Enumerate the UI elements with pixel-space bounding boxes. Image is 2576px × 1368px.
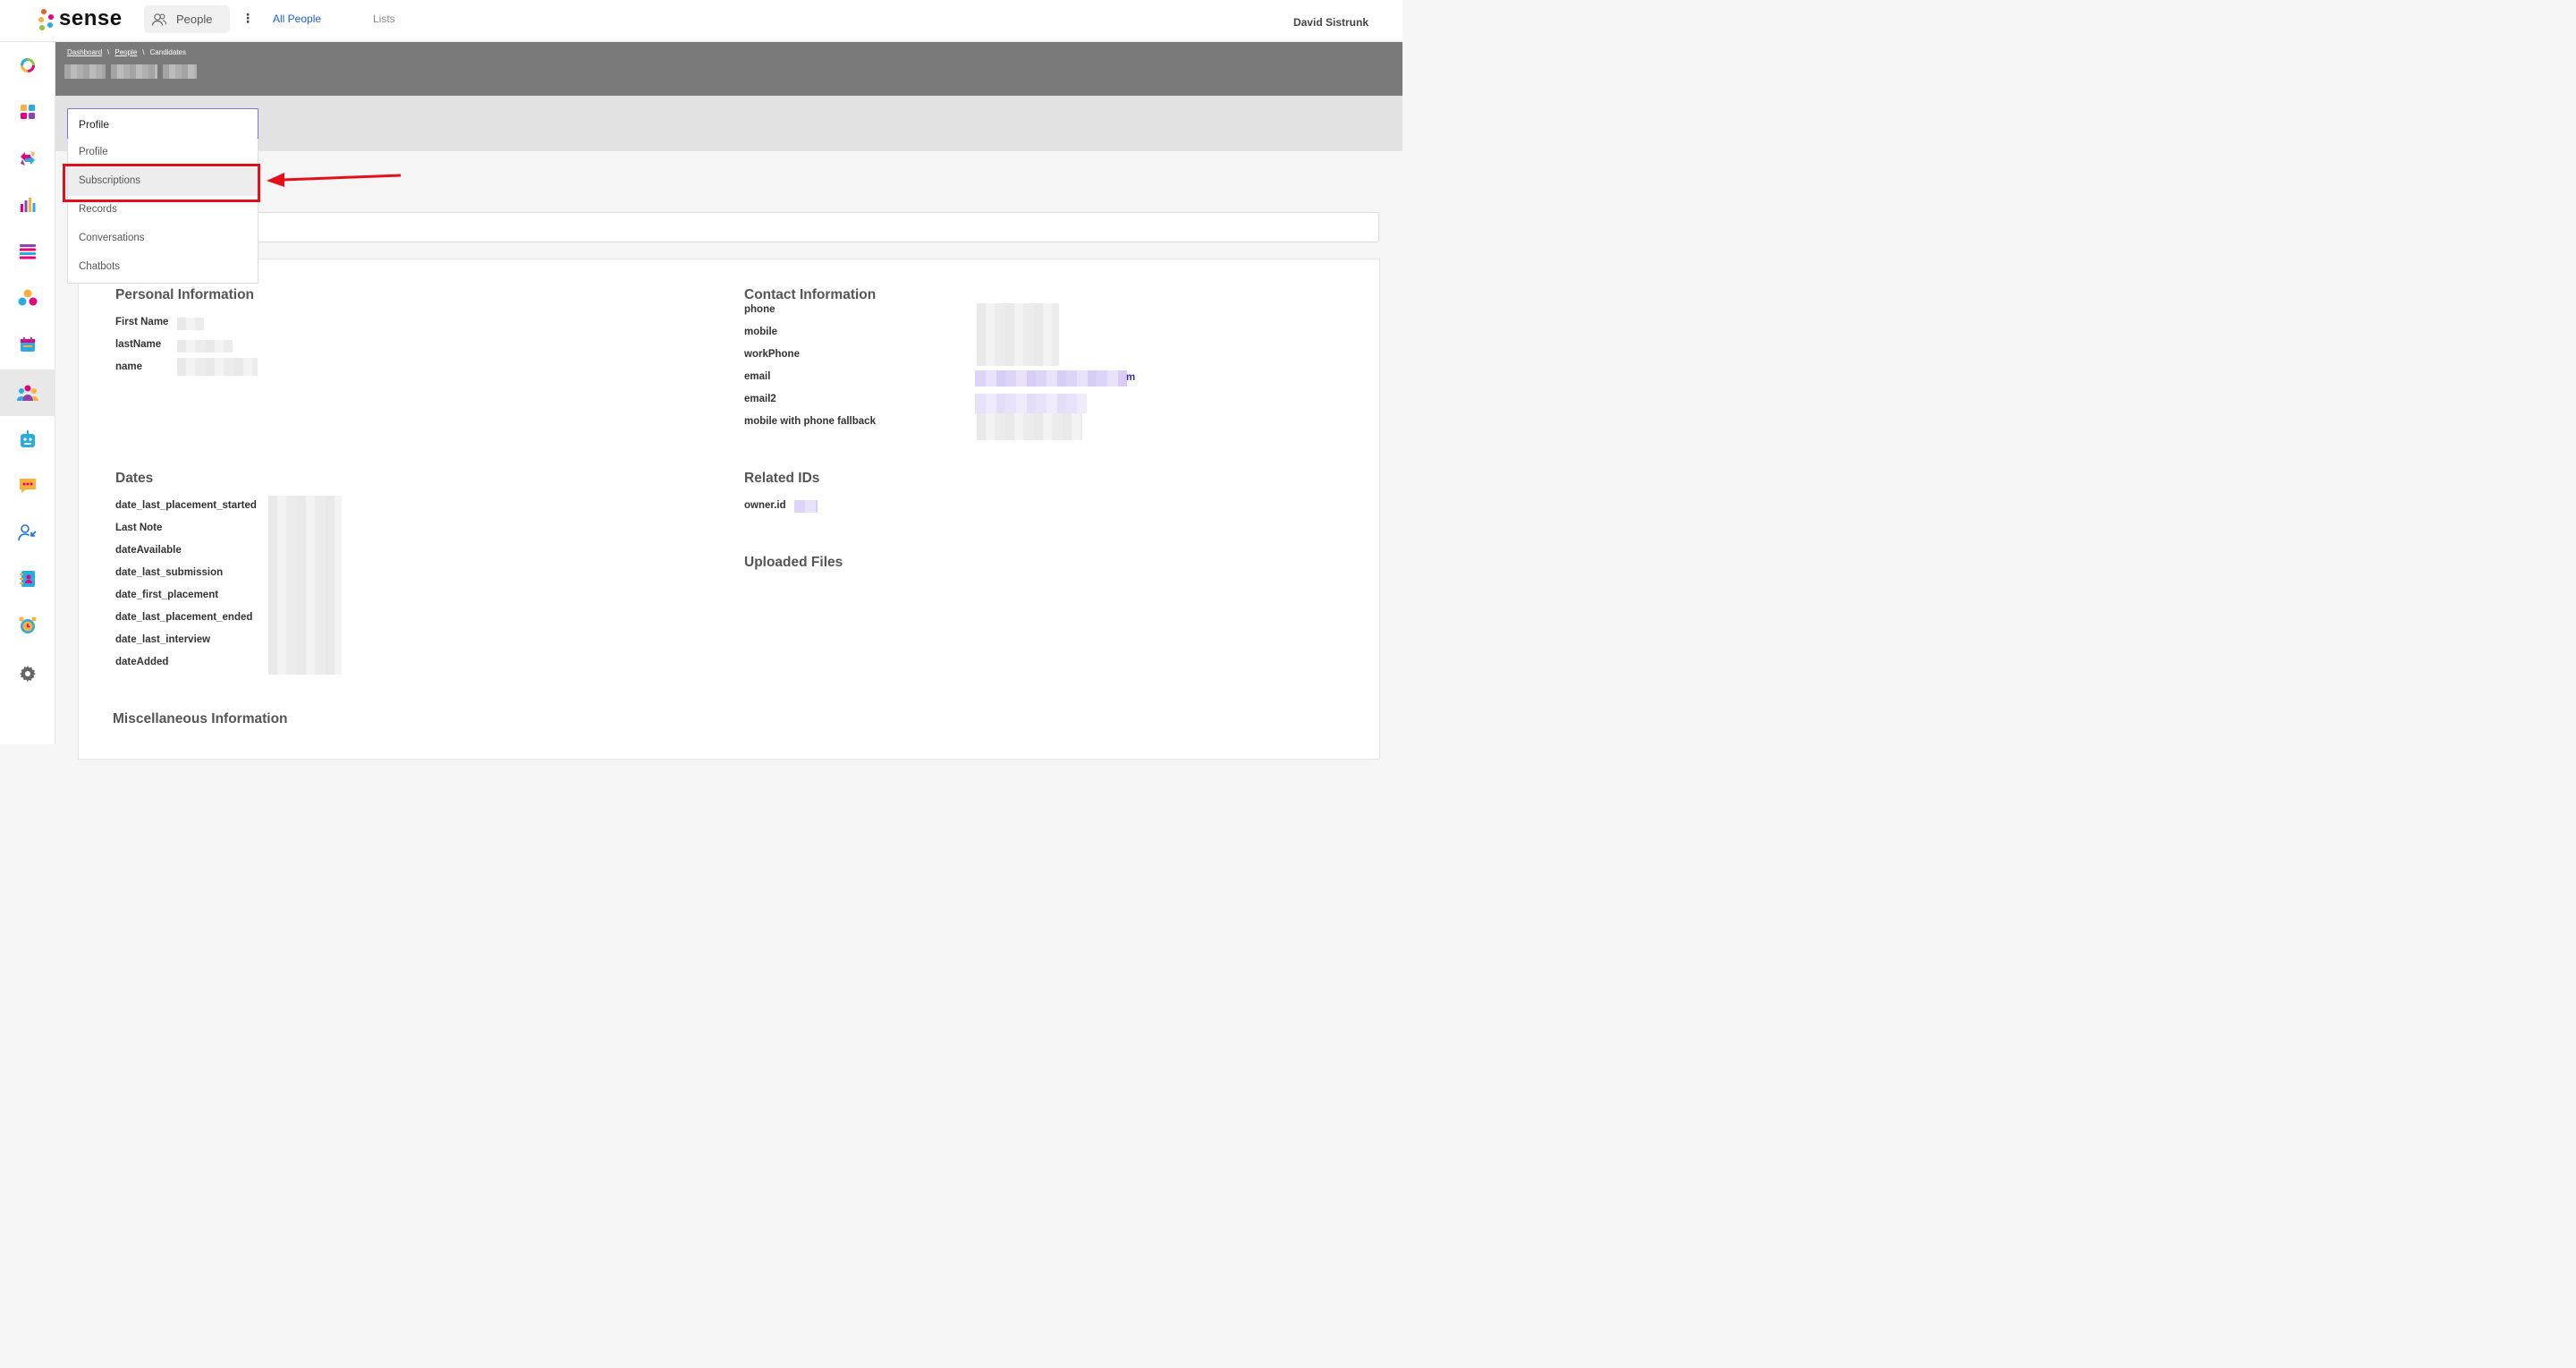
field-label-date-available: dateAvailable [115,545,182,556]
left-sidebar [0,42,55,744]
top-navigation-bar: sense People ⋮ All People Lists David Si… [0,0,1402,42]
field-label-owner-id: owner.id [744,500,786,511]
more-options-icon[interactable]: ⋮ [242,11,254,26]
value-first-name-redacted [177,318,204,330]
user-menu[interactable]: David Sistrunk [1293,16,1368,29]
field-label-date-last-submission: date_last_submission [115,567,224,578]
field-label-name: name [115,361,143,372]
miscellaneous-information-title: Miscellaneous Information [113,711,288,726]
sync-arrows-icon[interactable] [0,135,55,182]
value-dates-redacted [268,496,342,675]
annotation-highlight-box [63,164,260,202]
value-owner-id-redacted[interactable] [794,500,818,513]
dates-title: Dates [115,471,154,486]
field-label-mobile: mobile [744,327,778,337]
value-last-name-redacted [177,340,233,353]
view-select[interactable]: Profile [67,108,258,140]
field-label-date-first-placement: date_first_placement [115,590,219,600]
candidates-icon[interactable] [0,370,55,416]
breadcrumb-candidates: Candidates [149,48,187,56]
chatbot-icon[interactable] [0,416,55,463]
related-ids-title: Related IDs [744,471,820,486]
alarm-clock-icon[interactable] [0,602,55,649]
field-label-date-last-placement-started: date_last_placement_started [115,500,257,511]
page-header: Dashboard \ People \ Candidates [55,42,1402,96]
field-label-email2: email2 [744,394,776,404]
people-section-button[interactable]: People [144,5,230,33]
field-label-email: email [744,371,771,382]
value-mobile-fallback-redacted [977,413,1082,440]
breadcrumb-separator: \ [142,48,145,56]
value-name-redacted [177,358,258,376]
breadcrumb-people[interactable]: People [114,48,137,56]
value-email2-redacted[interactable] [975,394,1087,413]
contact-information-title: Contact Information [744,287,877,302]
tab-all-people[interactable]: All People [273,13,321,25]
option-chatbots[interactable]: Chatbots [68,253,258,282]
contacts-book-icon[interactable] [0,556,55,602]
breadcrumb-separator: \ [107,48,110,56]
view-select-dropdown: Profile Subscriptions Records Conversati… [67,139,258,284]
field-label-work-phone: workPhone [744,349,800,360]
personal-information-title: Personal Information [115,287,255,302]
value-phones-redacted [977,303,1059,366]
logo-dots-icon [36,7,55,30]
field-label-date-last-interview: date_last_interview [115,634,211,645]
logo-text: sense [59,6,123,30]
filter-input[interactable] [68,212,1379,242]
dashboard-ring-icon[interactable] [0,42,55,89]
user-import-icon[interactable] [0,509,55,556]
people-group-icon[interactable] [0,275,55,321]
uploaded-files-title: Uploaded Files [744,555,843,570]
field-label-date-last-placement-ended: date_last_placement_ended [115,612,253,623]
option-conversations[interactable]: Conversations [68,225,258,253]
field-label-last-name: lastName [115,339,162,350]
gear-icon[interactable] [0,650,55,697]
annotation-arrow-icon [267,173,402,187]
breadcrumb: Dashboard \ People \ Candidates [67,48,186,56]
candidate-name-redacted [64,64,197,79]
email-link-suffix[interactable]: m [1126,372,1135,383]
apps-grid-icon[interactable] [0,89,55,135]
value-email-redacted[interactable] [975,370,1127,387]
field-label-last-note: Last Note [115,523,163,533]
bar-chart-icon[interactable] [0,182,55,228]
list-icon[interactable] [0,228,55,275]
field-label-first-name: First Name [115,317,169,327]
field-label-mobile-fallback: mobile with phone fallback [744,416,876,427]
field-label-date-added: dateAdded [115,657,169,667]
calendar-icon[interactable] [0,321,55,368]
sense-logo[interactable]: sense [36,6,123,31]
field-label-phone: phone [744,304,775,315]
breadcrumb-dashboard[interactable]: Dashboard [67,48,102,56]
chat-bubble-icon[interactable] [0,463,55,509]
people-icon [151,13,167,26]
tab-lists[interactable]: Lists [373,13,395,25]
people-section-label: People [176,13,213,26]
